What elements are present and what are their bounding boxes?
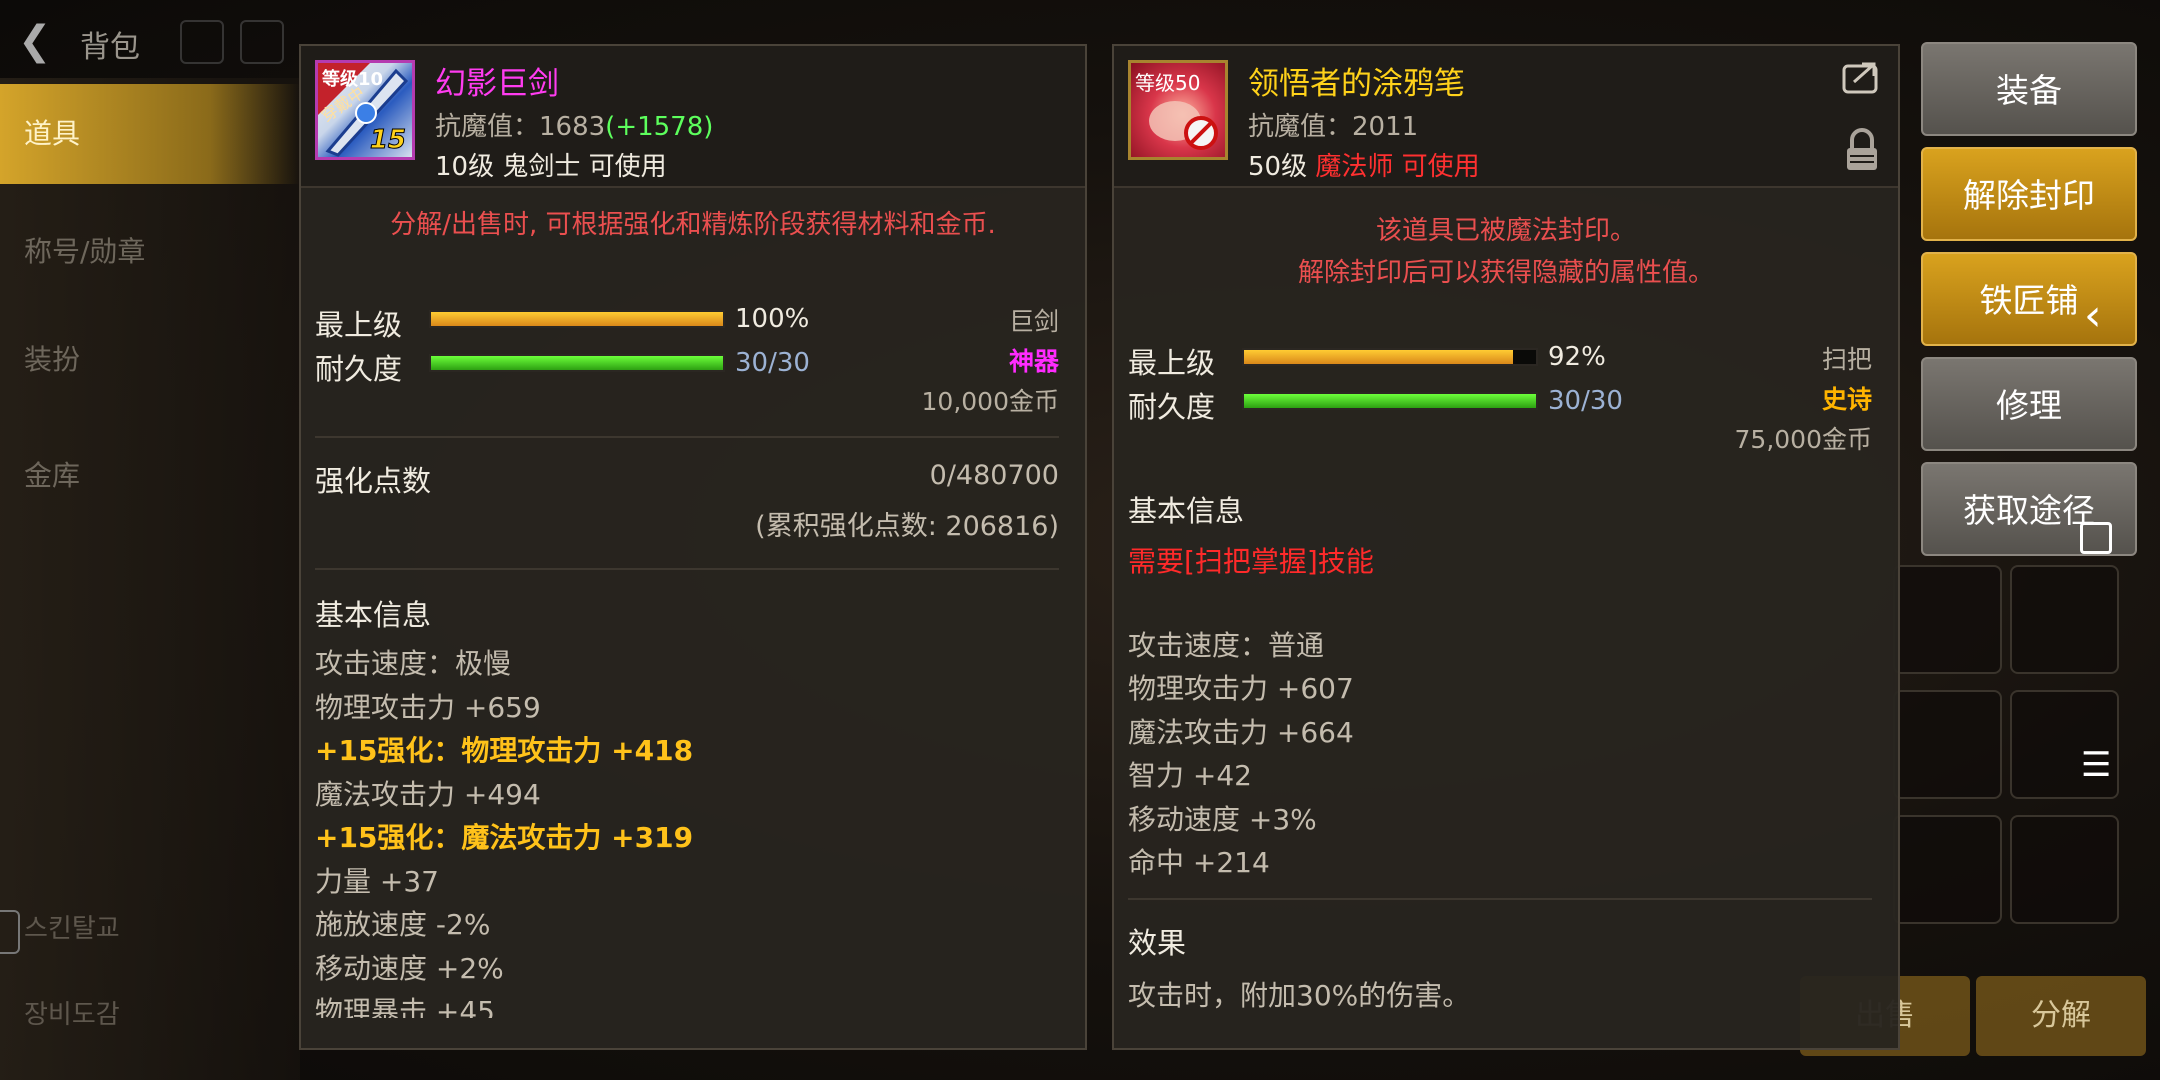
price: 10,000金币	[921, 387, 1059, 416]
attribute-row: 攻击速度：极慢	[315, 647, 512, 680]
grade-label: 最上级	[1128, 346, 1216, 380]
enhance-points-total: (累积强化点数: 206816)	[755, 511, 1059, 542]
inventory-sidebar: 道具 称号/勋章 装扮 金库 스킨탈교 장비도감	[0, 78, 300, 1080]
enhance-points-value: 0/480700	[929, 460, 1059, 491]
attribute-row: 命中 +214	[1128, 846, 1270, 879]
usable-class-row: 50级 魔法师 可使用	[1248, 146, 1480, 183]
grade-value: 100%	[735, 304, 810, 334]
chevron-left-icon[interactable]: ‹	[2084, 290, 2102, 341]
magic-resist-row: 抗魔值：1683(+1578)	[435, 106, 713, 143]
rarity: 史诗	[1821, 385, 1872, 414]
enhance-badge: 15	[369, 125, 406, 156]
unseal-button[interactable]: 解除封印	[1921, 147, 2137, 241]
share-icon[interactable]	[1842, 58, 1882, 94]
grade-bar	[429, 310, 725, 328]
attribute-row: 物理攻击力 +607	[1128, 672, 1354, 706]
durability-value: 30/30	[735, 348, 810, 378]
durability-bar-fill	[1244, 394, 1536, 408]
back-arrow-icon[interactable]: ❮	[18, 18, 64, 64]
divider	[1128, 898, 1872, 900]
diamond-icon[interactable]	[180, 20, 224, 64]
attribute-row: 魔法攻击力 +494	[315, 777, 541, 811]
attribute-row: +15强化：物理攻击力 +418	[315, 734, 694, 767]
divider	[315, 568, 1059, 570]
attribute-row: 智力 +42	[1128, 759, 1252, 793]
attribute-row: 攻击速度：普通	[1128, 629, 1325, 662]
basic-info-title: 基本信息	[315, 598, 432, 632]
inventory-slot[interactable]	[2010, 565, 2119, 674]
attribute-row: 力量 +37	[315, 864, 439, 898]
attribute-row: 物理暴击 +45	[315, 995, 495, 1018]
enhance-points-label: 强化点数	[315, 464, 432, 498]
divider	[315, 436, 1059, 438]
usable-level: 50级	[1248, 152, 1308, 182]
effect-text: 攻击时，附加30%的伤害。	[1128, 979, 1471, 1012]
attribute-row: 魔法攻击力 +664	[1128, 715, 1354, 749]
equipped-item-tooltip: 等级10 穿戴中 15 幻影巨剑 抗魔值：1683(+1578) 10级 鬼剑士…	[299, 44, 1087, 1050]
edge-handle[interactable]	[0, 910, 20, 954]
sidebar-bottom-2[interactable]: 장비도감	[24, 994, 120, 1031]
tooltip-header: 等级10 穿戴中 15 幻影巨剑 抗魔值：1683(+1578) 10级 鬼剑士…	[301, 46, 1085, 188]
attribute-row: 施放速度 -2%	[315, 908, 491, 941]
grade-value: 92%	[1548, 342, 1606, 372]
attribute-row: 移动速度 +3%	[1128, 802, 1317, 836]
skill-requirement: 需要[扫把掌握]技能	[1128, 545, 1374, 578]
attribute-list: 攻击速度：极慢 物理攻击力 +659 +15强化：物理攻击力 +418 魔法攻击力 +…	[301, 642, 1085, 1018]
home-square-icon[interactable]	[2080, 522, 2112, 554]
rarity: 神器	[1008, 347, 1059, 376]
attribute-row: 移动速度 +2%	[315, 951, 504, 985]
item-name: 幻影巨剑	[435, 66, 559, 102]
sidebar-item-vault[interactable]: 金库	[0, 426, 300, 526]
magic-resist-value: 抗魔值：2011	[1248, 112, 1419, 142]
level-badge: 等级50	[1135, 71, 1201, 95]
durability-label: 耐久度	[315, 352, 403, 386]
grade-bar	[1242, 348, 1538, 366]
calendar-icon[interactable]	[240, 20, 284, 64]
item-name: 领悟者的涂鸦笔	[1248, 66, 1465, 102]
basic-info-title: 基本信息	[1128, 494, 1245, 528]
seal-notice-line-1: 该道具已被魔法封印。	[1375, 216, 1636, 246]
effect-title: 效果	[1128, 926, 1187, 960]
attribute-row: +15强化：魔法攻击力 +319	[315, 821, 694, 854]
durability-value: 30/30	[1548, 386, 1623, 416]
sidebar-item-items[interactable]: 道具	[0, 84, 300, 184]
greatsword-item-icon: 等级10 穿戴中 15	[315, 60, 415, 160]
grade-label: 最上级	[315, 308, 403, 342]
blacksmith-button[interactable]: 铁匠铺	[1921, 252, 2137, 346]
seal-notice-line-2: 解除封印后可以获得隐藏的属性值。	[1297, 258, 1714, 288]
durability-bar-fill	[431, 356, 723, 370]
weapon-type: 巨剑	[1008, 307, 1059, 336]
sidebar-item-titles[interactable]: 称号/勋章	[0, 202, 300, 302]
attribute-row: 物理攻击力 +659	[315, 690, 541, 724]
repair-button[interactable]: 修理	[1921, 357, 2137, 451]
inventory-slot[interactable]	[2010, 815, 2119, 924]
weapon-type: 扫把	[1821, 345, 1872, 374]
magic-resist-bonus: (+1578)	[605, 112, 714, 142]
disassemble-notice: 分解/出售时, 可根据强化和精炼阶段获得材料和金币.	[390, 210, 996, 240]
price: 75,000金币	[1734, 425, 1872, 454]
disassemble-button[interactable]: 分解	[1976, 976, 2146, 1056]
menu-icon[interactable]: ☰	[2081, 748, 2111, 782]
usable-class: 10级 鬼剑士 可使用	[435, 152, 667, 182]
durability-bar	[429, 354, 725, 372]
lock-icon[interactable]	[1844, 128, 1880, 172]
magic-resist-value: 抗魔值：1683	[435, 112, 606, 142]
sidebar-item-avatar[interactable]: 装扮	[0, 310, 300, 410]
usable-class: 魔法师 可使用	[1315, 152, 1480, 182]
inventory-slot[interactable]	[1893, 565, 2002, 674]
equip-button[interactable]: 装备	[1921, 42, 2137, 136]
grade-bar-fill	[431, 312, 723, 326]
brush-item-icon: 等级50	[1128, 60, 1228, 160]
grade-bar-fill	[1244, 350, 1513, 364]
sidebar-bottom-1[interactable]: 스킨탈교	[24, 908, 120, 945]
inventory-slot[interactable]	[1893, 690, 2002, 799]
compare-item-tooltip: 等级50 领悟者的涂鸦笔 抗魔值：2011 50级 魔法师 可使用 该道具已被魔…	[1112, 44, 1900, 1050]
inventory-slot[interactable]	[1893, 815, 2002, 924]
durability-bar	[1242, 392, 1538, 410]
tooltip-header: 等级50 领悟者的涂鸦笔 抗魔值：2011 50级 魔法师 可使用	[1114, 46, 1898, 188]
page-title: 背包	[80, 30, 140, 65]
durability-label: 耐久度	[1128, 390, 1216, 424]
